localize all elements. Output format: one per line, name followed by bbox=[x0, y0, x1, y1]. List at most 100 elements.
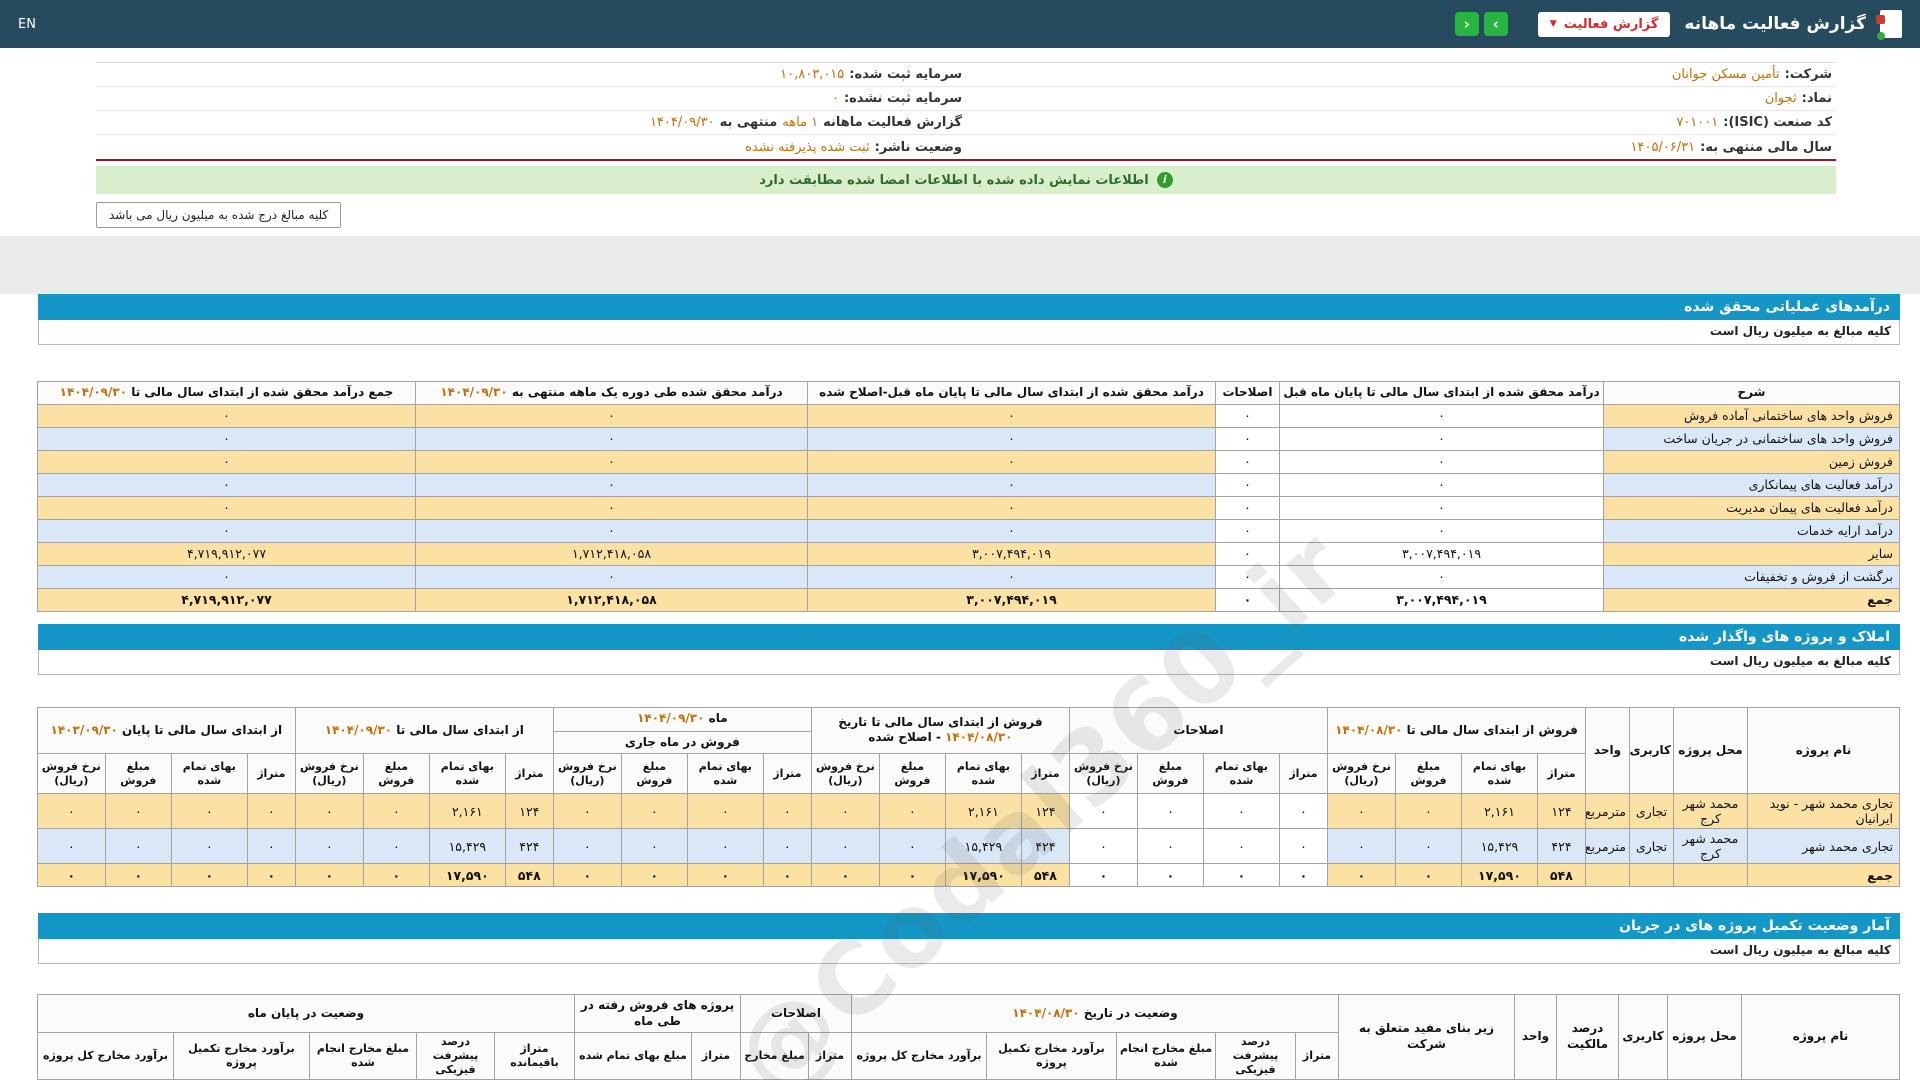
g1-area: ۱۲۴ bbox=[1537, 793, 1586, 830]
transferred-group-header-row: نام پروژه محل پروژه کاربری واحد فروش از … bbox=[36, 706, 1900, 795]
sub-column-header: متراژ bbox=[808, 1032, 852, 1080]
value-adjustments: ۰ bbox=[1215, 495, 1280, 520]
value-total: ۴,۷۱۹,۹۱۲,۰۷۷ bbox=[37, 587, 416, 612]
project-unit: مترمربع bbox=[1585, 793, 1630, 830]
project-usage: تجاری bbox=[1629, 793, 1674, 830]
g5-area: ۴۲۴ bbox=[504, 828, 554, 865]
project-location: محمد شهر کرج bbox=[1673, 793, 1748, 830]
value-adjustments: ۰ bbox=[1215, 541, 1280, 566]
transferred-projects-table: نام پروژه محل پروژه کاربری واحد فروش از … bbox=[36, 706, 1900, 888]
sub-column-header: درصد پیشرفت فیزیکی bbox=[1215, 1032, 1296, 1080]
symbol-link[interactable]: ثجوان bbox=[1765, 91, 1797, 106]
g4-sale-amount: ۰ bbox=[620, 863, 688, 888]
value-current-month: ۰ bbox=[415, 564, 808, 589]
group-header-sales-to-prev-month: فروش از ابتدای سال مالی تا ۱۴۰۴/۰۸/۳۰ bbox=[1326, 706, 1587, 755]
chevron-down-icon: ▼ bbox=[1549, 18, 1557, 29]
report-period-length: ۱ ماهه bbox=[782, 115, 819, 130]
row-label: فروش زمین bbox=[1603, 449, 1900, 474]
g1-area: ۴۲۴ bbox=[1537, 828, 1586, 865]
g1-sale-rate: ۰ bbox=[1326, 863, 1397, 888]
page-title: گزارش فعالیت ماهانه bbox=[1684, 14, 1866, 34]
company-info-panel: شرکت: تأمین مسکن جوانان نماد: ثجوان کد ص… bbox=[96, 62, 1836, 161]
amounts-note-row: کلیه مبالغ درج شده به میلیون ریال می باش… bbox=[96, 202, 1836, 228]
column-header-desc: شرح bbox=[1603, 381, 1900, 405]
sub-column-header: بهای تمام شده bbox=[944, 753, 1022, 795]
value-prev-period: ۳,۰۰۷,۴۹۴,۰۱۹ bbox=[1279, 541, 1604, 566]
g2-cost: ۰ bbox=[1202, 863, 1280, 888]
group-header-sales-adjusted: فروش از ابتدای سال مالی تا تاریخ ۱۴۰۴/۰۸… bbox=[810, 706, 1070, 755]
report-document-icon[interactable] bbox=[1876, 10, 1902, 40]
value-prev-period: ۰ bbox=[1279, 403, 1604, 428]
revenue-row: جمع ۳,۰۰۷,۴۹۴,۰۱۹ ۰ ۳,۰۰۷,۴۹۴,۰۱۹ ۱,۷۱۲,… bbox=[37, 587, 1900, 612]
sub-column-header: مبلغ فروش bbox=[362, 753, 430, 795]
divider-band bbox=[0, 236, 1920, 294]
company-info-left-column: سرمایه ثبت شده: ۱۰,۸۰۳,۰۱۵ سرمایه ثبت نش… bbox=[96, 63, 966, 159]
next-report-button[interactable]: › bbox=[1483, 12, 1508, 36]
g6-cost: ۰ bbox=[170, 863, 248, 888]
fiscal-year-value: ۱۴۰۵/۰۶/۳۱ bbox=[1630, 139, 1696, 155]
section-title-operating-revenue: درآمدهای عملیاتی محقق شده bbox=[38, 294, 1900, 320]
company-info-right-column: شرکت: تأمین مسکن جوانان نماد: ثجوان کد ص… bbox=[966, 63, 1836, 159]
value-current-month: ۱,۷۱۲,۴۱۸,۰۵۸ bbox=[415, 587, 808, 612]
value-prev-period: ۰ bbox=[1279, 518, 1604, 543]
unit-note-revenue: کلیه مبالغ به میلیون ریال است bbox=[38, 320, 1900, 345]
prev-report-button[interactable]: ‹ bbox=[1454, 12, 1479, 36]
value-prev-period: ۰ bbox=[1279, 564, 1604, 589]
unregistered-capital-label: سرمایه ثبت نشده: bbox=[843, 91, 962, 106]
g3-cost: ۲,۱۶۱ bbox=[944, 793, 1022, 830]
sub-column-header: مبلغ مخارج انجام شده bbox=[1116, 1032, 1216, 1080]
status-dot-icon bbox=[1877, 32, 1885, 40]
g1-sale-amount: ۰ bbox=[1395, 863, 1462, 888]
column-header-usage: کاربری bbox=[1629, 706, 1674, 795]
column-header-unit: واحد bbox=[1585, 706, 1630, 795]
g6-area: ۰ bbox=[246, 793, 296, 830]
topbar: گزارش فعالیت ماهانه گزارش فعالیت ▼ › ‹ E… bbox=[0, 0, 1920, 48]
group-header-adjustments: اصلاحات bbox=[739, 994, 853, 1034]
project-row: جمع ۵۴۸ ۱۷,۵۹۰ ۰ ۰ ۰ ۰ ۰ ۰ ۵۴۸ ۱۷,۵۹۰ ۰ … bbox=[36, 863, 1900, 888]
isic-label: کد صنعت (ISIC): bbox=[1723, 115, 1832, 130]
row-label: جمع bbox=[1603, 587, 1900, 612]
info-icon: i bbox=[1156, 172, 1173, 188]
report-period-label: گزارش فعالیت ماهانه bbox=[823, 115, 962, 130]
g3-cost: ۱۵,۴۲۹ bbox=[944, 828, 1022, 865]
g5-sale-rate: ۰ bbox=[294, 863, 364, 888]
g4-sale-amount: ۰ bbox=[620, 828, 688, 865]
g4-area: ۰ bbox=[762, 793, 812, 830]
column-header-total: جمع درآمد محقق شده از ابتدای سال مالی تا… bbox=[37, 381, 416, 405]
value-current-month: ۰ bbox=[415, 426, 808, 451]
group-header-status-month-end: وضعیت در پایان ماه bbox=[36, 994, 575, 1034]
group-header-sold-during-month: پروژه های فروش رفته در طی ماه bbox=[573, 994, 741, 1034]
value-current-month: ۱,۷۱۲,۴۱۸,۰۵۸ bbox=[415, 541, 808, 566]
g6-sale-rate: ۰ bbox=[36, 793, 106, 830]
project-name: تجاری محمد شهر bbox=[1747, 828, 1900, 865]
info-row-publisher-status: وضعیت ناشر: ثبت شده پذیرفته نشده bbox=[96, 135, 966, 159]
value-total: ۰ bbox=[37, 518, 416, 543]
g3-area: ۱۲۴ bbox=[1020, 793, 1070, 830]
value-prev-adjusted: ۰ bbox=[807, 426, 1216, 451]
section-title-transferred: املاک و پروژه های واگذار شده bbox=[38, 623, 1900, 650]
sub-column-header: متراژ bbox=[1295, 1032, 1339, 1080]
value-adjustments: ۰ bbox=[1215, 587, 1280, 612]
value-prev-period: ۳,۰۰۷,۴۹۴,۰۱۹ bbox=[1279, 587, 1604, 612]
value-prev-adjusted: ۰ bbox=[807, 449, 1216, 474]
g6-sale-rate: ۰ bbox=[36, 863, 106, 888]
value-prev-adjusted: ۳,۰۰۷,۴۹۴,۰۱۹ bbox=[807, 587, 1216, 612]
subgroup-header-current-month-sales: فروش در ماه جاری bbox=[552, 730, 812, 755]
row-label: درآمد فعالیت های پیمانکاری bbox=[1603, 472, 1900, 497]
revenue-row: فروش واحد های ساختمانی در جریان ساخت ۰ ۰… bbox=[37, 426, 1900, 451]
g2-sale-rate: ۰ bbox=[1068, 828, 1138, 865]
project-name: تجاری محمد شهر - نوید ایرانیان bbox=[1747, 793, 1900, 830]
company-name-link[interactable]: تأمین مسکن جوانان bbox=[1672, 67, 1780, 82]
publisher-status-value: ثبت شده پذیرفته نشده bbox=[745, 139, 870, 155]
group-header-prev-year: از ابتدای سال مالی تا پایان ۱۴۰۳/۰۹/۳۰ bbox=[36, 706, 296, 755]
report-type-dropdown[interactable]: گزارش فعالیت ▼ bbox=[1537, 11, 1671, 37]
row-label: فروش واحد های ساختمانی در جریان ساخت bbox=[1603, 426, 1900, 451]
revenue-row: سایر ۳,۰۰۷,۴۹۴,۰۱۹ ۰ ۳,۰۰۷,۴۹۴,۰۱۹ ۱,۷۱۲… bbox=[37, 541, 1900, 566]
unit-note-transferred: کلیه مبالغ به میلیون ریال است bbox=[38, 649, 1900, 675]
section-projects-in-progress: آمار وضعیت تکمیل پروژه های در جریان کلیه… bbox=[36, 913, 1900, 1080]
company-label: شرکت: bbox=[1784, 67, 1832, 82]
isic-value: ۷۰۱۰۰۱ bbox=[1676, 115, 1719, 130]
language-toggle-en[interactable]: EN bbox=[18, 17, 36, 32]
info-row-isic: کد صنعت (ISIC): ۷۰۱۰۰۱ bbox=[966, 111, 1836, 135]
report-period-ending-label: منتهی به bbox=[719, 115, 778, 130]
